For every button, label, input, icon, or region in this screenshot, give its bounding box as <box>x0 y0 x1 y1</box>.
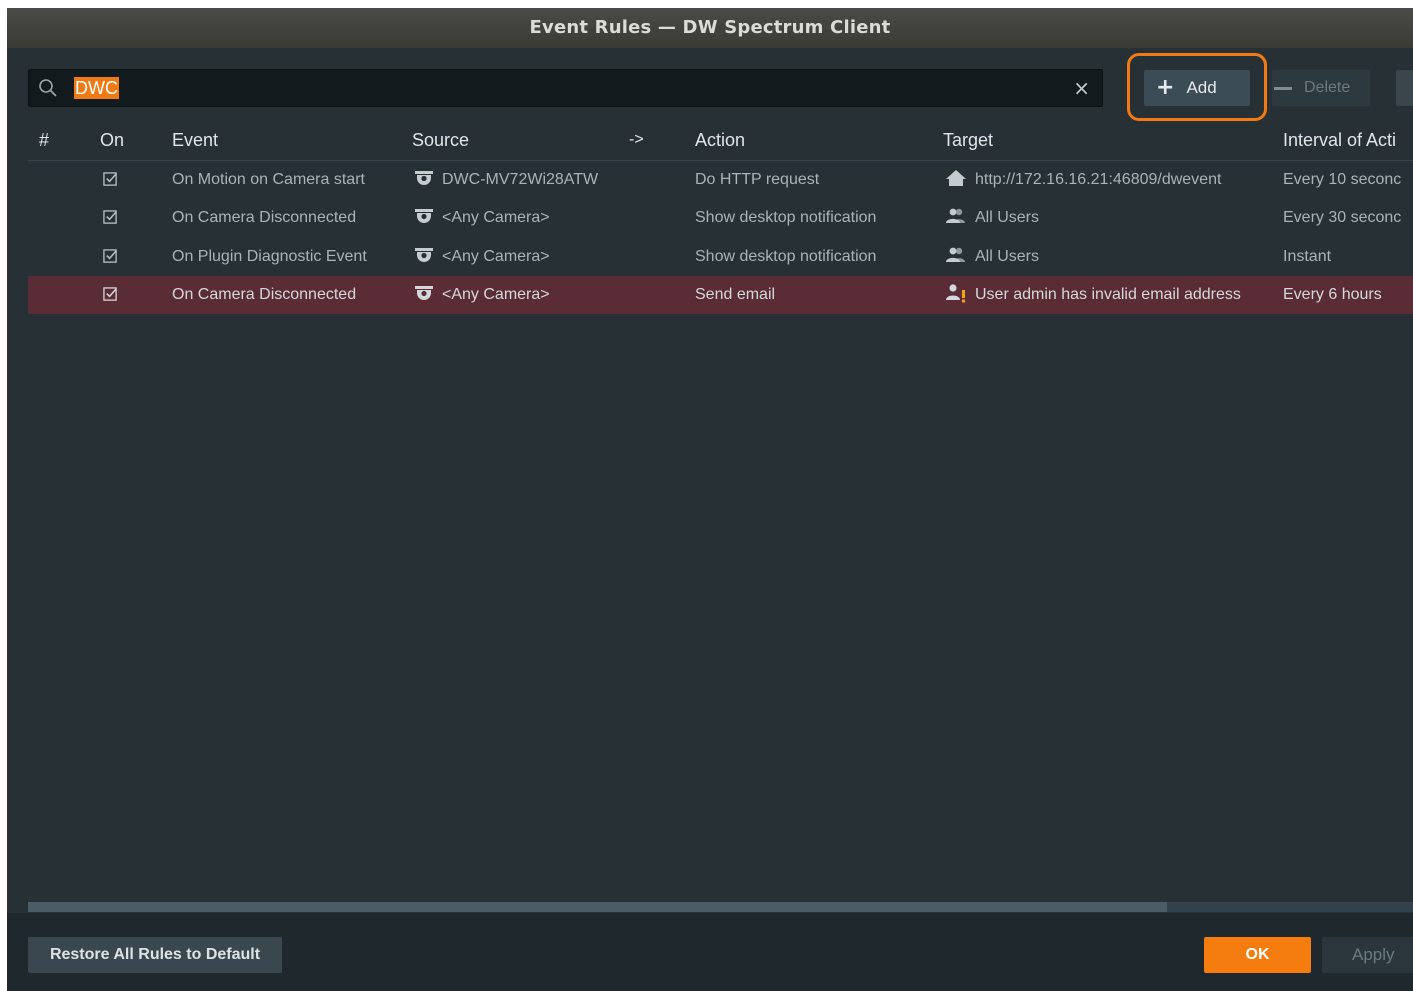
delete-button-label: Delete <box>1304 79 1351 96</box>
users-icon <box>946 208 965 223</box>
checkbox-checked-icon[interactable] <box>103 172 118 187</box>
toolbar-overflow-button[interactable] <box>1396 70 1413 106</box>
action-cell: Show desktop notification <box>695 209 877 226</box>
action-cell: Do HTTP request <box>695 171 820 188</box>
column-header-target[interactable]: Target <box>943 120 993 160</box>
event-cell: On Camera Disconnected <box>172 286 357 303</box>
camera-icon <box>415 170 433 185</box>
interval-cell: Instant <box>1283 248 1332 265</box>
action-cell: Show desktop notification <box>695 248 877 265</box>
event-cell: On Motion on Camera start <box>172 171 365 188</box>
user-warning-icon <box>946 284 965 303</box>
event-rules-window: Event Rules — DW Spectrum Client DWC × +… <box>7 8 1413 991</box>
interval-cell: Every 30 seconc <box>1283 209 1402 226</box>
source-cell: <Any Camera> <box>414 276 550 314</box>
users-icon <box>946 247 965 262</box>
search-icon <box>39 79 57 97</box>
camera-icon <box>415 247 433 262</box>
table-row[interactable]: On Plugin Diagnostic Event <Any Camera> … <box>28 238 1413 276</box>
source-label: <Any Camera> <box>442 248 550 265</box>
add-button-label: Add <box>1186 78 1217 97</box>
column-header-event[interactable]: Event <box>172 120 218 160</box>
column-header-on[interactable]: On <box>100 120 124 160</box>
target-label: http://172.16.16.21:46809/dwevent <box>975 171 1222 188</box>
restore-defaults-button[interactable]: Restore All Rules to Default <box>28 937 282 973</box>
interval-cell: Every 6 hours <box>1283 286 1382 303</box>
camera-icon <box>415 208 433 223</box>
target-cell: User admin has invalid email address <box>945 276 1241 314</box>
source-label: <Any Camera> <box>442 286 550 303</box>
rules-table-header: # On Event Source -> Action Target Inter… <box>28 120 1413 161</box>
window-title: Event Rules — DW Spectrum Client <box>7 8 1413 48</box>
column-header-interval[interactable]: Interval of Acti <box>1283 120 1396 160</box>
source-label: DWC-MV72Wi28ATW <box>442 171 599 188</box>
table-row[interactable]: On Motion on Camera start DWC-MV72Wi28AT… <box>28 161 1413 199</box>
plus-icon: + <box>1156 75 1175 100</box>
source-cell: <Any Camera> <box>414 199 550 237</box>
column-header-source[interactable]: Source <box>412 120 469 160</box>
delete-rule-button[interactable]: Delete <box>1272 70 1370 106</box>
target-cell: http://172.16.16.21:46809/dwevent <box>945 161 1221 199</box>
table-row[interactable]: On Camera Disconnected <Any Camera> Show… <box>28 199 1413 237</box>
camera-icon <box>415 285 433 300</box>
target-label: All Users <box>975 248 1040 265</box>
minus-icon <box>1274 86 1292 90</box>
checkbox-checked-icon[interactable] <box>103 210 118 225</box>
clear-search-icon[interactable]: × <box>1073 75 1090 101</box>
add-rule-button[interactable]: + Add <box>1144 70 1250 106</box>
source-cell: <Any Camera> <box>414 238 550 276</box>
interval-cell: Every 10 seconc <box>1283 171 1402 188</box>
action-cell: Send email <box>695 286 776 303</box>
search-field[interactable]: DWC × <box>28 69 1103 107</box>
home-icon <box>946 169 966 186</box>
checkbox-checked-icon[interactable] <box>103 287 118 302</box>
target-cell: All Users <box>945 238 1039 276</box>
column-header-number[interactable]: # <box>39 120 49 160</box>
column-header-action[interactable]: Action <box>695 120 745 160</box>
event-cell: On Plugin Diagnostic Event <box>172 248 367 265</box>
apply-button[interactable]: Apply <box>1322 937 1413 973</box>
column-header-arrow[interactable]: -> <box>629 120 644 160</box>
ok-button[interactable]: OK <box>1204 937 1311 973</box>
checkbox-checked-icon[interactable] <box>103 249 118 264</box>
source-cell: DWC-MV72Wi28ATW <box>414 161 598 199</box>
target-label: User admin has invalid email address <box>975 286 1241 303</box>
table-row-selected[interactable]: On Camera Disconnected <Any Camera> Send… <box>28 276 1413 314</box>
search-input-value[interactable]: DWC <box>74 77 119 99</box>
target-label: All Users <box>975 209 1040 226</box>
target-cell: All Users <box>945 199 1039 237</box>
event-cell: On Camera Disconnected <box>172 209 357 226</box>
horizontal-scrollbar-thumb[interactable] <box>28 902 1167 912</box>
source-label: <Any Camera> <box>442 209 550 226</box>
